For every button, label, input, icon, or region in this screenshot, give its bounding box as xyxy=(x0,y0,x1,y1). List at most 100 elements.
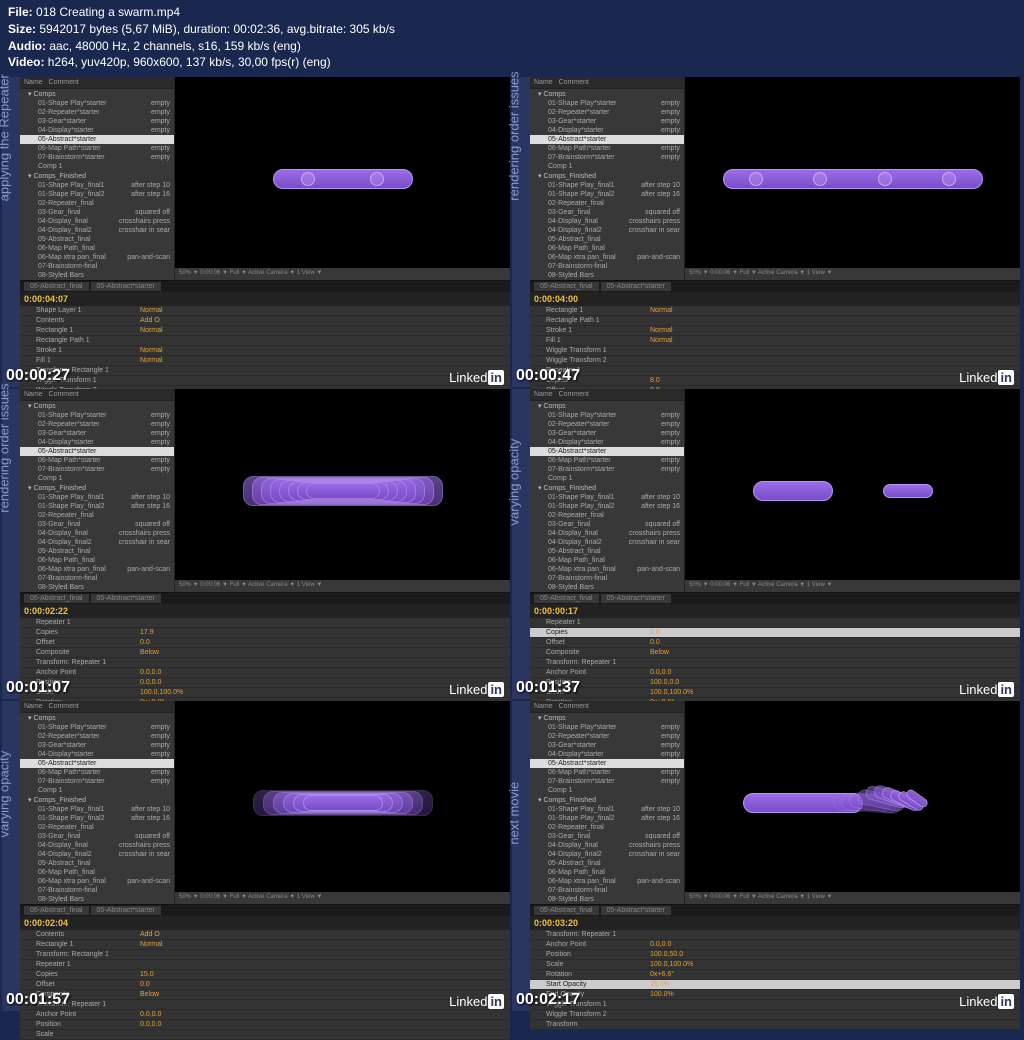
project-item[interactable]: 02-Repeater_final xyxy=(20,199,174,208)
composition-preview[interactable]: 50% ▼ 0:00:06 ▼ Full ▼ Active Camera ▼ 1… xyxy=(175,77,510,280)
project-item[interactable]: 06-Map Path*starterempty xyxy=(530,144,684,153)
project-item[interactable]: 07-Brainstorm*starterempty xyxy=(530,465,684,474)
project-item[interactable]: 04-Display_final2crosshair in sear xyxy=(20,850,174,859)
project-item[interactable]: 04-Display*starterempty xyxy=(20,750,174,759)
project-item[interactable]: 03-Gear*starterempty xyxy=(530,741,684,750)
timeline-property-row[interactable]: Offset0.0 xyxy=(20,980,510,990)
project-item[interactable]: 03-Gear_finalsquared off xyxy=(530,208,684,217)
project-item[interactable]: 05-Abstract_final xyxy=(530,859,684,868)
project-item[interactable]: 03-Gear*starterempty xyxy=(20,117,174,126)
project-item[interactable]: 01-Shape Play_final1after step 10 xyxy=(20,805,174,814)
project-item[interactable]: 06-Map xtra pan_finalpan-and-scan xyxy=(530,877,684,886)
timeline-property-row[interactable]: Transform: Repeater 1 xyxy=(530,930,1020,940)
project-item[interactable]: 04-Display_final2crosshair in sear xyxy=(20,538,174,547)
timeline-property-row[interactable]: Transform: Rectangle 1 xyxy=(20,366,510,376)
project-item[interactable]: 02-Repeater_final xyxy=(530,511,684,520)
timeline-property-row[interactable]: Scale100.0,100.0% xyxy=(530,960,1020,970)
project-item[interactable]: 04-Display_finalcrosshairs press xyxy=(20,529,174,538)
project-item[interactable]: Comp 1 xyxy=(20,162,174,171)
project-item[interactable]: 03-Gear_finalsquared off xyxy=(20,208,174,217)
composition-preview[interactable]: 50% ▼ 0:00:06 ▼ Full ▼ Active Camera ▼ 1… xyxy=(175,701,510,904)
project-item[interactable]: 05-Abstract*starter xyxy=(530,759,684,768)
timeline-property-row[interactable]: Anchor Point0.0,0.0 xyxy=(20,668,510,678)
project-item[interactable]: 01-Shape Play_final2after step 16 xyxy=(530,502,684,511)
project-item[interactable]: 05-Abstract_final xyxy=(20,235,174,244)
project-item[interactable]: 01-Shape Play_final1after step 10 xyxy=(20,493,174,502)
timeline-property-row[interactable]: Copies17.9 xyxy=(20,628,510,638)
project-item[interactable]: 03-Gear_finalsquared off xyxy=(530,832,684,841)
project-item[interactable]: 05-Abstract_final xyxy=(530,235,684,244)
project-panel[interactable]: Name Comment▾ Comps01-Shape Play*starter… xyxy=(530,389,685,592)
timeline-property-row[interactable]: Repeater 1 xyxy=(20,618,510,628)
project-item[interactable]: 04-Display_finalcrosshairs press xyxy=(530,841,684,850)
timeline-tab[interactable]: 05-Abstract_final xyxy=(24,906,89,915)
timeline-property-row[interactable]: ContentsAdd O xyxy=(20,316,510,326)
project-item[interactable]: 01-Shape Play_final1after step 10 xyxy=(530,181,684,190)
timeline-property-row[interactable]: End Opacity100.0% xyxy=(530,990,1020,1000)
timeline-property-row[interactable]: Rectangle 1Normal xyxy=(530,306,1020,316)
project-item[interactable]: 06-Map xtra pan_finalpan-and-scan xyxy=(530,565,684,574)
timeline-tab[interactable]: 05-Abstract*starter xyxy=(91,906,161,915)
timeline-property-row[interactable]: Anchor Point0.0,0.0 xyxy=(20,1010,510,1020)
project-item[interactable]: 07-Brainstorm-final xyxy=(20,574,174,583)
timeline-property-row[interactable]: Position0.0,0.0 xyxy=(20,678,510,688)
project-item[interactable]: Comp 1 xyxy=(20,786,174,795)
timeline-property-row[interactable]: Rectangle 1Normal xyxy=(20,326,510,336)
project-item[interactable]: 06-Map Path*starterempty xyxy=(530,768,684,777)
project-item[interactable]: 07-Brainstorm*starterempty xyxy=(530,153,684,162)
project-item[interactable]: 06-Map Path*starterempty xyxy=(20,456,174,465)
project-item[interactable]: 06-Map Path*starterempty xyxy=(20,144,174,153)
project-item[interactable]: 03-Gear_finalsquared off xyxy=(20,520,174,529)
project-item[interactable]: 01-Shape Play_final2after step 16 xyxy=(20,502,174,511)
project-item[interactable]: 05-Abstract_final xyxy=(530,547,684,556)
project-item[interactable]: 05-Abstract_final xyxy=(20,859,174,868)
timeline-property-row[interactable]: Transform: Repeater 1 xyxy=(530,658,1020,668)
timeline-property-row[interactable]: CompositeBelow xyxy=(20,990,510,1000)
project-item[interactable]: 06-Map Path*starterempty xyxy=(530,456,684,465)
timecode[interactable]: 0:00:03:20 xyxy=(534,918,578,928)
project-item[interactable]: 05-Abstract_final xyxy=(20,547,174,556)
timecode[interactable]: 0:00:04:00 xyxy=(534,294,578,304)
timeline-property-row[interactable]: Fill 1Normal xyxy=(530,336,1020,346)
project-item[interactable]: 06-Map xtra pan_finalpan-and-scan xyxy=(20,565,174,574)
project-item[interactable]: 01-Shape Play*starterempty xyxy=(530,411,684,420)
project-item[interactable]: Comp 1 xyxy=(530,786,684,795)
project-item[interactable]: 07-Brainstorm-final xyxy=(20,886,174,895)
project-panel[interactable]: Name Comment▾ Comps01-Shape Play*starter… xyxy=(20,389,175,592)
project-item[interactable]: 04-Display*starterempty xyxy=(530,126,684,135)
timeline-property-row[interactable]: Transform: Repeater 1 xyxy=(20,658,510,668)
project-item[interactable]: 02-Repeater*starterempty xyxy=(20,732,174,741)
project-item[interactable]: 07-Brainstorm-final xyxy=(530,886,684,895)
preview-controls[interactable]: 50% ▼ 0:00:06 ▼ Full ▼ Active Camera ▼ 1… xyxy=(685,268,1020,280)
project-item[interactable]: 04-Display_finalcrosshairs press xyxy=(530,217,684,226)
project-item[interactable]: 03-Gear*starterempty xyxy=(530,429,684,438)
project-item[interactable]: 08-Styled Bars xyxy=(20,895,174,904)
project-item[interactable]: 06-Map Path_final xyxy=(20,556,174,565)
project-item[interactable]: 04-Display_final2crosshair in sear xyxy=(20,226,174,235)
project-panel[interactable]: Name Comment▾ Comps01-Shape Play*starter… xyxy=(530,77,685,280)
timeline-panel[interactable]: 05-Abstract_final05-Abstract*starter0:00… xyxy=(20,592,510,718)
project-item[interactable]: 01-Shape Play_final2after step 16 xyxy=(530,190,684,199)
timeline-property-row[interactable]: Fill 1Normal xyxy=(20,356,510,366)
project-item[interactable]: 02-Repeater*starterempty xyxy=(530,108,684,117)
project-item[interactable]: 06-Map Path_final xyxy=(530,868,684,877)
project-item[interactable]: 01-Shape Play*starterempty xyxy=(530,723,684,732)
project-item[interactable]: 04-Display_final2crosshair in sear xyxy=(530,226,684,235)
project-item[interactable]: 06-Map xtra pan_finalpan-and-scan xyxy=(530,253,684,262)
timeline-property-row[interactable]: Wiggle Transform 1 xyxy=(530,1000,1020,1010)
timeline-tab[interactable]: 05-Abstract_final xyxy=(534,906,599,915)
project-item[interactable]: 07-Brainstorm*starterempty xyxy=(530,777,684,786)
project-item[interactable]: 02-Repeater_final xyxy=(530,823,684,832)
project-item[interactable]: 06-Map Path_final xyxy=(530,244,684,253)
project-item[interactable]: 06-Map xtra pan_finalpan-and-scan xyxy=(20,253,174,262)
project-item[interactable]: 01-Shape Play*starterempty xyxy=(20,723,174,732)
timeline-tab[interactable]: 05-Abstract*starter xyxy=(91,594,161,603)
project-item[interactable]: 01-Shape Play_final1after step 10 xyxy=(530,493,684,502)
timeline-property-row[interactable]: Rectangle Path 1 xyxy=(20,336,510,346)
timeline-property-row[interactable]: Transform: Rectangle 1 xyxy=(20,950,510,960)
project-item[interactable]: 03-Gear_finalsquared off xyxy=(530,520,684,529)
project-item[interactable]: 07-Brainstorm-final xyxy=(20,262,174,271)
project-item[interactable]: 07-Brainstorm*starterempty xyxy=(20,153,174,162)
timeline-property-row[interactable]: Rectangle Path 1 xyxy=(530,316,1020,326)
timeline-property-row[interactable]: Copies2.0 xyxy=(530,628,1020,638)
